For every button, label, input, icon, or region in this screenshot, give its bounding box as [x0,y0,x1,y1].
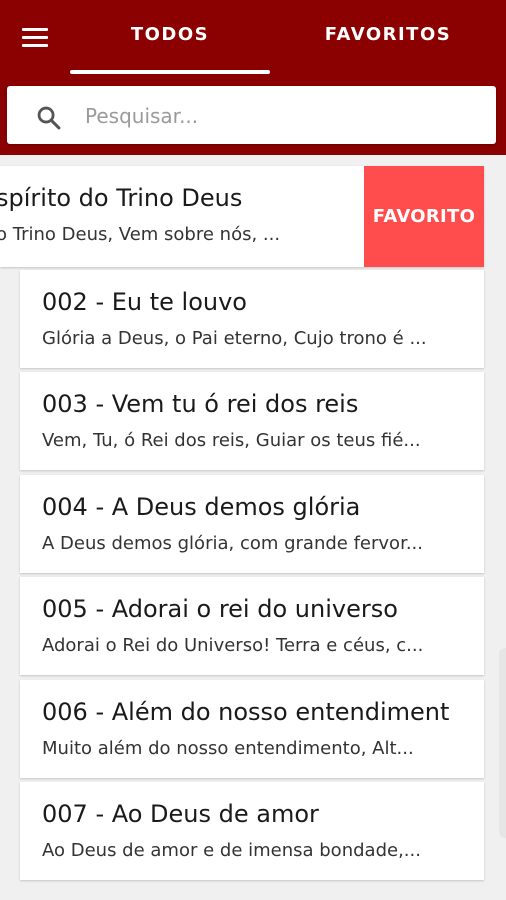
favorite-action-button[interactable]: FAVORITO [364,166,484,267]
list-item[interactable]: 005 - Adorai o rei do universo Adorai o … [20,577,484,675]
list-item[interactable]: 003 - Vem tu ó rei dos reis Vem, Tu, ó R… [20,372,484,470]
tab-todos[interactable]: TODOS [70,24,270,50]
list-item-title: 007 - Ao Deus de amor [42,800,319,828]
list-item-subtitle: Adorai o Rei do Universo! Terra e céus, … [42,635,424,656]
list-item-title: 006 - Além do nosso entendiment [42,698,450,726]
menu-button[interactable] [18,22,52,52]
list-item-title: 003 - Vem tu ó rei dos reis [42,390,359,418]
search-bar[interactable] [7,86,496,144]
list-item-title: 002 - Eu te louvo [42,288,247,316]
list-item[interactable]: 006 - Além do nosso entendiment Muito al… [20,680,484,778]
app-bar: TODOS FAVORITOS [0,0,506,155]
list-item-subtitle: Muito além do nosso entendimento, Alt... [42,738,414,759]
list-item[interactable]: 007 - Ao Deus de amor Ao Deus de amor e … [20,782,484,880]
scroll-edge-handle[interactable] [499,648,506,838]
menu-icon [22,27,48,31]
list-item-subtitle: o Trino Deus, Vem sobre nós, ... [0,224,281,245]
list-item-title: 004 - A Deus demos glória [42,493,361,521]
list-item[interactable]: 002 - Eu te louvo Glória a Deus, o Pai e… [20,270,484,368]
list-item-subtitle: Ao Deus de amor e de imensa bondade,... [42,840,421,861]
list-item-subtitle: Vem, Tu, ó Rei dos reis, Guiar os teus f… [42,430,421,451]
list-item-title: spírito do Trino Deus [0,184,243,212]
list-item-swiped[interactable]: spírito do Trino Deus o Trino Deus, Vem … [0,166,484,267]
list-item-subtitle: Glória a Deus, o Pai eterno, Cujo trono … [42,328,427,349]
list-item-subtitle: A Deus demos glória, com grande fervor..… [42,533,423,554]
list-item-title: 005 - Adorai o rei do universo [42,595,398,623]
search-input[interactable] [83,98,477,134]
search-icon [37,106,61,130]
active-tab-indicator [70,70,270,74]
list-item[interactable]: 004 - A Deus demos glória A Deus demos g… [20,475,484,573]
tab-favoritos[interactable]: FAVORITOS [290,24,486,50]
